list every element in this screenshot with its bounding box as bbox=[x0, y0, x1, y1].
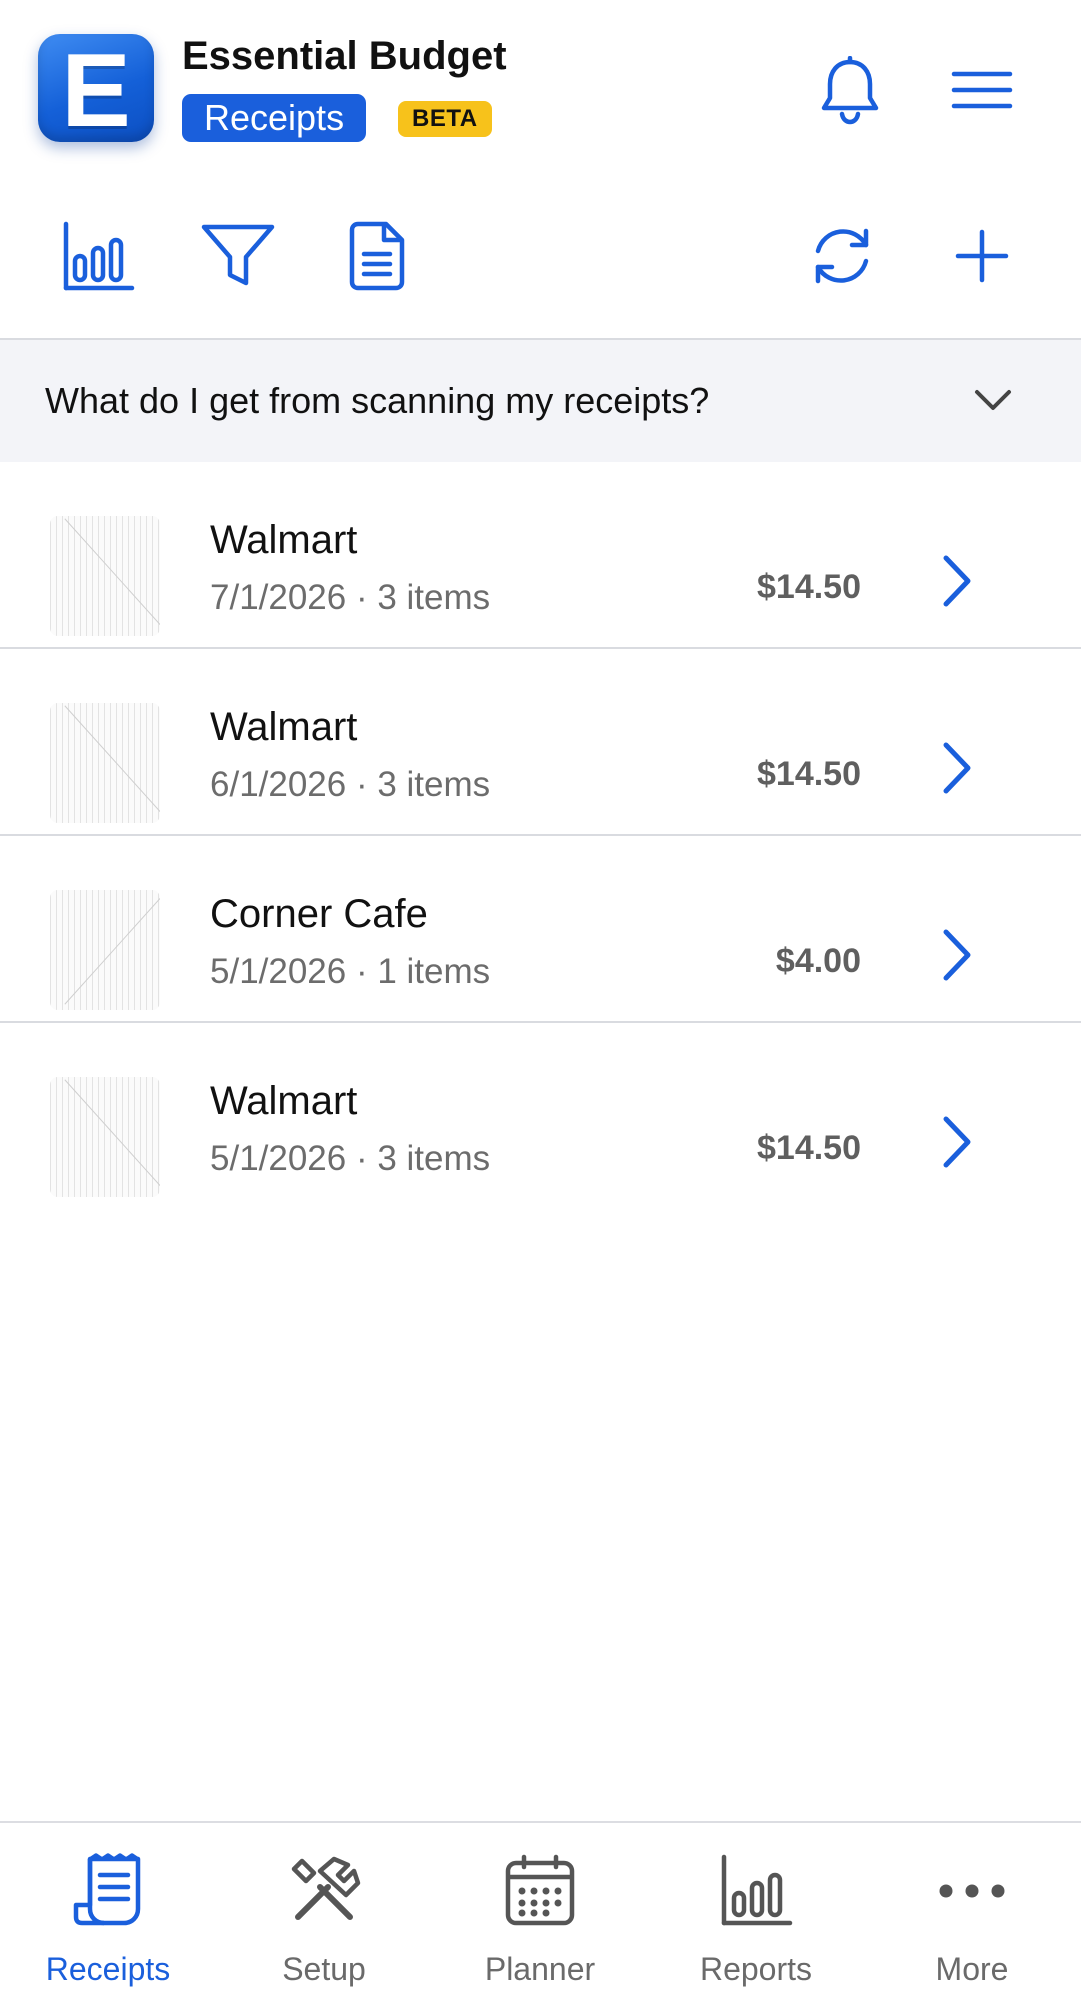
chevron-right-icon bbox=[943, 555, 971, 607]
notifications-button[interactable] bbox=[810, 52, 890, 130]
receipt-row[interactable]: Walmart 7/1/2026 · 3 items $14.50 bbox=[0, 462, 1081, 649]
nav-reports[interactable]: Reports bbox=[648, 1823, 864, 1999]
receipt-row[interactable]: Walmart 6/1/2026 · 3 items $14.50 bbox=[0, 649, 1081, 836]
receipt-amount: $14.50 bbox=[757, 568, 861, 606]
chevron-down-icon bbox=[975, 390, 1011, 410]
app-title: Essential Budget bbox=[182, 34, 507, 78]
receipt-list: Walmart 7/1/2026 · 3 items $14.50 Walmar… bbox=[0, 462, 1081, 1210]
app-root: E Essential Budget Receipts BETA What do… bbox=[0, 0, 1081, 1999]
sync-button[interactable] bbox=[800, 214, 884, 298]
receipt-amount: $4.00 bbox=[775, 942, 861, 980]
filter-icon bbox=[201, 224, 275, 286]
charts-button[interactable] bbox=[56, 214, 140, 298]
nav-setup[interactable]: Setup bbox=[216, 1823, 432, 1999]
faq-question: What do I get from scanning my receipts? bbox=[45, 380, 710, 421]
document-icon bbox=[349, 221, 405, 291]
nav-label: More bbox=[935, 1951, 1009, 1987]
bar-chart-icon bbox=[721, 1854, 793, 1926]
nav-receipts[interactable]: Receipts bbox=[0, 1823, 216, 1999]
receipt-row[interactable]: Walmart 5/1/2026 · 3 items $14.50 bbox=[0, 1023, 1081, 1210]
bar-chart-icon bbox=[63, 221, 135, 291]
app-logo: E bbox=[38, 33, 154, 149]
receipt-row[interactable]: Corner Cafe 5/1/2026 · 1 items $4.00 bbox=[0, 836, 1081, 1023]
receipt-meta: 5/1/2026 · 1 items bbox=[210, 952, 491, 991]
receipt-meta: 6/1/2026 · 3 items bbox=[210, 765, 491, 804]
beta-badge: BETA bbox=[398, 101, 492, 137]
receipt-amount: $14.50 bbox=[757, 755, 861, 793]
receipt-meta: 7/1/2026 · 3 items bbox=[210, 578, 491, 617]
receipt-merchant: Walmart bbox=[210, 1079, 358, 1123]
more-dots-icon bbox=[939, 1884, 1005, 1898]
nav-label: Receipts bbox=[45, 1951, 171, 1987]
tools-icon bbox=[291, 1856, 361, 1920]
nav-label: Planner bbox=[484, 1951, 596, 1987]
faq-expander[interactable]: What do I get from scanning my receipts? bbox=[0, 340, 1081, 462]
receipt-thumbnail bbox=[50, 516, 160, 636]
hamburger-menu-icon bbox=[951, 71, 1013, 109]
nav-label: Setup bbox=[282, 1951, 366, 1987]
sync-icon bbox=[815, 228, 869, 284]
receipt-amount: $14.50 bbox=[757, 1129, 861, 1167]
receipt-icon bbox=[73, 1853, 141, 1926]
receipt-merchant: Corner Cafe bbox=[210, 892, 428, 936]
chevron-right-icon bbox=[943, 1116, 971, 1168]
bottom-nav: Receipts Setup Planner Reports More bbox=[0, 1821, 1081, 1999]
plus-icon bbox=[955, 229, 1009, 283]
receipt-meta: 5/1/2026 · 3 items bbox=[210, 1139, 491, 1178]
menu-button[interactable] bbox=[942, 58, 1022, 122]
document-button[interactable] bbox=[336, 214, 420, 298]
receipt-thumbnail bbox=[50, 1077, 160, 1197]
receipt-merchant: Walmart bbox=[210, 705, 358, 749]
nav-planner[interactable]: Planner bbox=[432, 1823, 648, 1999]
receipt-merchant: Walmart bbox=[210, 518, 358, 562]
nav-label: Reports bbox=[699, 1951, 813, 1987]
section-pill: Receipts bbox=[182, 94, 367, 142]
filter-button[interactable] bbox=[196, 214, 280, 298]
receipt-thumbnail bbox=[50, 703, 160, 823]
app-header: E Essential Budget Receipts BETA bbox=[0, 0, 1081, 175]
toolbar bbox=[0, 200, 1081, 310]
receipt-thumbnail bbox=[50, 890, 160, 1010]
calendar-icon bbox=[505, 1854, 575, 1926]
bell-icon bbox=[821, 56, 879, 125]
chevron-right-icon bbox=[943, 742, 971, 794]
nav-more[interactable]: More bbox=[864, 1823, 1080, 1999]
add-receipt-button[interactable] bbox=[940, 214, 1024, 298]
chevron-right-icon bbox=[943, 929, 971, 981]
logo-letter: E bbox=[61, 33, 131, 149]
